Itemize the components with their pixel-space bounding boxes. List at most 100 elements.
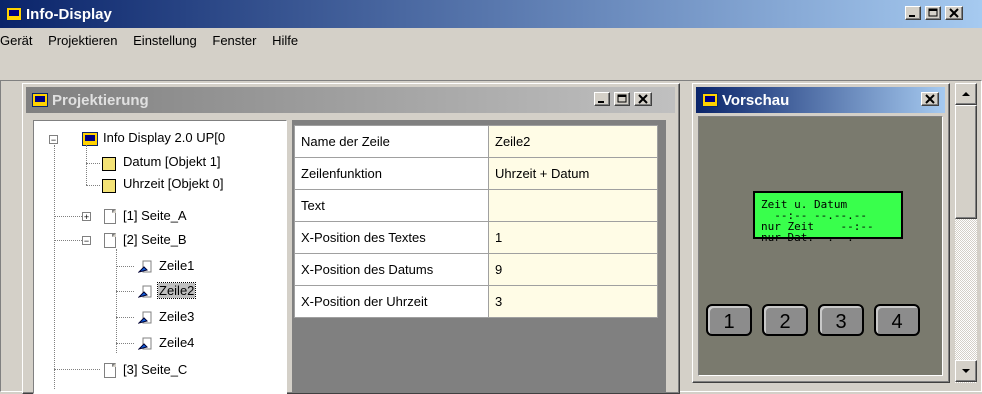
app-titlebar: Info-Display [0,0,982,28]
expand-toggle-seite-a[interactable]: + [82,212,91,222]
tree-item-zeile1[interactable]: Zeile1 [158,255,195,277]
projektierung-title: Projektierung [52,91,149,109]
menu-projektieren[interactable]: Projektieren [42,30,123,52]
minimize-icon [909,15,915,17]
close-icon [925,94,935,104]
property-row: X-Position des Textes 1 [294,221,658,254]
property-row: Zeilenfunktion Uhrzeit + Datum [294,157,658,190]
line-icon [138,285,152,298]
tree-item-seite-a[interactable]: [1] Seite_A [122,205,188,227]
tree-item-zeile2[interactable]: Zeile2 [156,280,197,302]
maximize-icon [617,94,627,103]
property-value[interactable]: Zeile2 [488,125,658,158]
tree-item-zeile3[interactable]: Zeile3 [158,306,195,328]
tree-line [116,291,134,293]
property-name: Text [294,189,489,222]
tree-line [54,216,82,218]
vorschau-icon [702,93,718,107]
preview-button-2[interactable]: 2 [762,304,808,336]
vorschau-titlebar: Vorschau [696,87,945,113]
preview-button-3[interactable]: 3 [818,304,864,336]
tree-line [116,317,134,319]
projektierung-maximize-button[interactable] [614,92,630,106]
minimize-button[interactable] [905,6,921,20]
property-value[interactable]: 9 [488,253,658,286]
tree-line [86,145,88,185]
property-row: Name der Zeile Zeile2 [294,125,658,158]
page-icon [104,363,116,378]
projektierung-close-button[interactable] [634,92,652,106]
collapse-toggle-root[interactable]: − [49,135,58,145]
tree-item-label: [1] Seite_A [123,208,187,223]
object-icon [102,179,116,193]
tree-item-root[interactable]: Info Display 2.0 UP[0 [102,127,226,149]
preview-button-4[interactable]: 4 [874,304,920,336]
menu-hilfe[interactable]: Hilfe [266,30,304,52]
vorschau-close-button[interactable] [921,92,939,106]
property-row: Text [294,189,658,222]
tree-line [54,145,56,389]
tree-item-label: Zeile2 [156,282,197,299]
tree-line [54,240,82,242]
maximize-button[interactable] [925,6,941,20]
arrow-down-icon [962,369,970,373]
tree-line [116,266,134,268]
line-icon [138,260,152,273]
object-icon [102,157,116,171]
tree-item-label: Datum [Objekt 1] [123,154,221,169]
app-title: Info-Display [26,5,112,23]
menu-fenster[interactable]: Fenster [206,30,262,52]
collapse-toggle-seite-b[interactable]: − [82,236,91,246]
preview-button-1[interactable]: 1 [706,304,752,336]
lcd-display: Zeit u. Datum --:-- --.--.-- nur Zeit --… [753,191,903,243]
lcd-line-4: nur Dat.--.--.-- [761,231,867,244]
property-value[interactable]: 3 [488,285,658,318]
tree-item-label: [3] Seite_C [123,362,188,377]
scroll-up-button[interactable] [955,83,977,105]
property-row: X-Position des Datums 9 [294,253,658,286]
property-value[interactable]: 1 [488,221,658,254]
property-row: X-Position der Uhrzeit 3 [294,285,658,318]
projektierung-minimize-button[interactable] [594,92,610,106]
property-name: Zeilenfunktion [294,157,489,190]
property-value[interactable] [488,189,658,222]
menu-bar: Gerät Projektieren Einstellung Fenster H… [0,30,304,52]
preview-panel [698,116,943,376]
scroll-down-button[interactable] [955,360,977,382]
close-button[interactable] [945,6,963,20]
tree-item-datum[interactable]: Datum [Objekt 1] [122,151,222,173]
property-grid: Name der Zeile Zeile2 Zeilenfunktion Uhrze… [294,125,658,318]
line-icon [138,311,152,324]
menu-geraet[interactable]: Gerät [0,30,39,52]
tree-item-seite-b[interactable]: [2] Seite_B [122,229,188,251]
tree-item-label: Zeile4 [159,335,195,350]
maximize-icon [928,8,938,17]
tree-line [116,249,118,353]
app-icon [6,7,22,21]
tree-item-label: [2] Seite_B [123,232,187,247]
property-name: Name der Zeile [294,125,489,158]
property-value[interactable]: Uhrzeit + Datum [488,157,658,190]
tree-item-label: Zeile3 [159,309,195,324]
close-icon [949,8,959,18]
property-name: X-Position des Datums [294,253,489,286]
menu-einstellung[interactable]: Einstellung [127,30,203,52]
projektierung-titlebar: Projektierung [26,87,675,113]
property-name: X-Position der Uhrzeit [294,285,489,318]
tree-item-uhrzeit[interactable]: Uhrzeit [Objekt 0] [122,173,224,195]
root-icon [82,132,98,146]
tree-line [54,369,100,371]
tree-line [116,343,134,345]
tree-item-label: Info Display 2.0 UP[0 [103,130,226,145]
projektierung-icon [32,93,48,107]
tree-line [86,163,100,165]
tree-item-seite-c[interactable]: [3] Seite_C [122,359,188,381]
close-icon [638,94,648,104]
minimize-icon [598,101,604,103]
tree-view[interactable]: − Info Display 2.0 UP[0 Datum [Objekt 1]… [33,120,287,394]
scroll-thumb[interactable] [955,105,977,219]
arrow-up-icon [962,92,970,96]
tree-item-zeile4[interactable]: Zeile4 [158,332,195,354]
vorschau-title: Vorschau [722,91,790,109]
property-name: X-Position des Textes [294,221,489,254]
